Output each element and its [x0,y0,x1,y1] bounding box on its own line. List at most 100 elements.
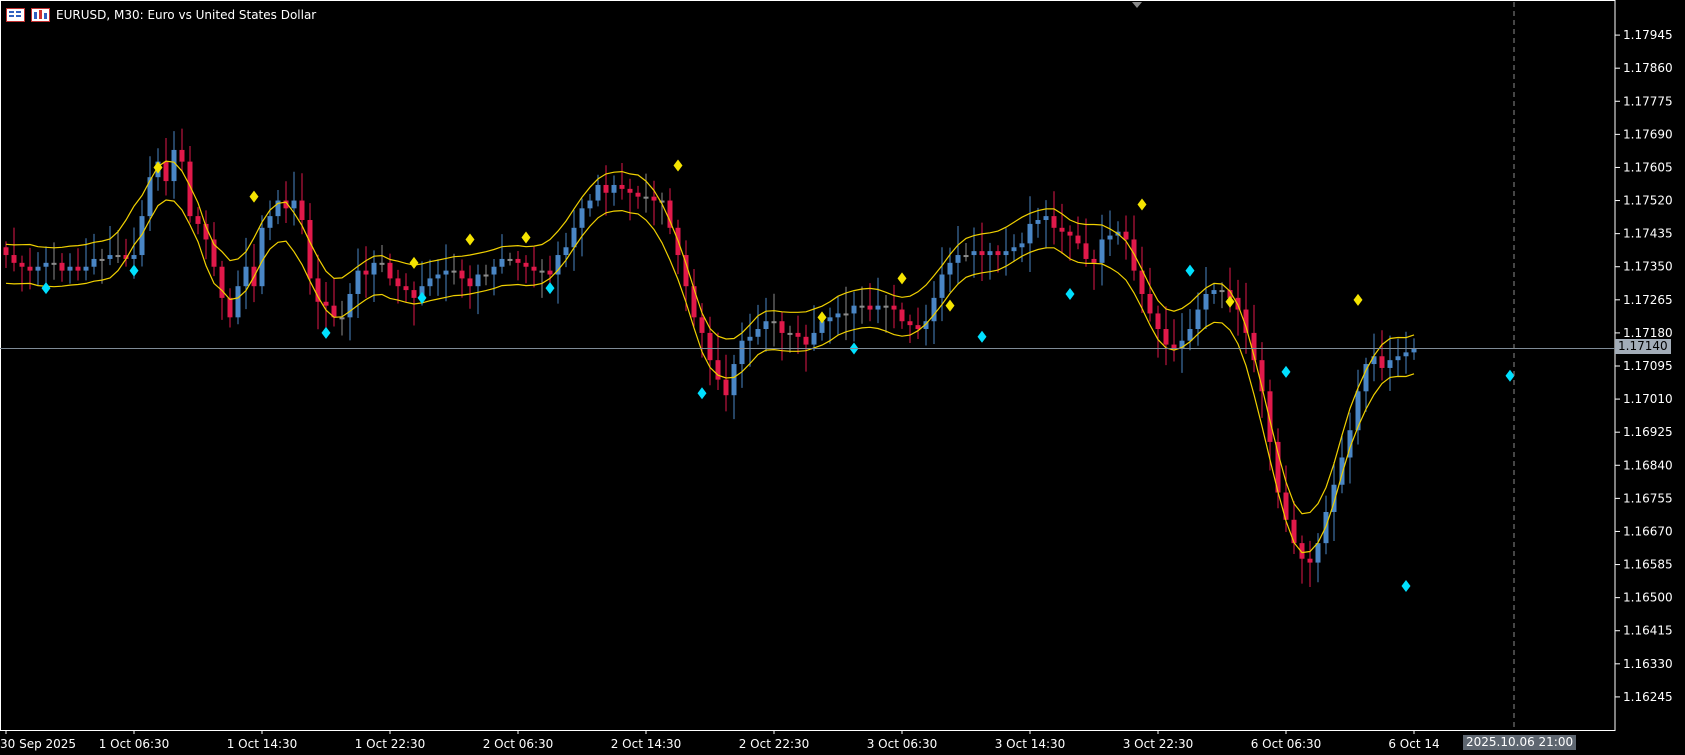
y-tick-label: 1.17520 [1623,194,1673,208]
candle-body [227,297,233,318]
candle-body [43,262,49,267]
candle-body [883,305,889,308]
buy-signal-marker [1281,365,1291,378]
candle-body [339,317,345,320]
candle-body [1371,356,1377,365]
candle-body [899,309,905,322]
candle-body [787,332,793,335]
x-tick-label: 2 Oct 06:30 [483,737,554,751]
y-tick-label: 1.16245 [1623,690,1673,704]
sell-signal-marker [521,231,531,244]
candle-body [435,274,441,279]
candle-body [531,266,537,271]
current-price-label: 1.17140 [1615,339,1671,354]
candle-body [387,262,393,279]
candle-body [907,321,913,326]
candle-body [507,258,513,261]
candle-body [667,200,673,228]
chart-window[interactable]: 1.17945 1.17860 1.17775 1.17690 1.17605 1.175… [0,0,1685,755]
candle-body [1075,235,1081,244]
candle-body [259,227,265,287]
candle-body [315,278,321,302]
candle-body [939,274,945,298]
candle-body [643,196,649,199]
candle-body [523,262,529,267]
trading-panel-icon[interactable] [31,8,50,22]
candle-body [1379,356,1385,368]
candle-body [1211,290,1217,294]
sell-signal-marker [249,190,259,203]
candle-body [835,313,841,318]
candle-body [107,255,113,259]
candle-body [1019,243,1025,248]
candle-body [547,270,553,275]
scroll-marker-icon[interactable] [1132,2,1142,8]
candle-body [723,379,729,396]
y-tick-label: 1.17010 [1623,392,1673,406]
candle-body [299,200,305,221]
candle-body [491,266,497,275]
y-tick-label: 1.16500 [1623,591,1673,605]
candle-body [19,262,25,267]
candle-body [1099,239,1105,263]
sell-signal-marker [897,272,907,285]
y-tick-label: 1.17860 [1623,61,1673,75]
candle-body [1027,223,1033,244]
price-chart[interactable]: 1.17945 1.17860 1.17775 1.17690 1.17605 1.175… [0,0,1685,755]
candle-body [779,321,785,333]
candle-body [475,274,481,287]
y-tick-label: 1.17350 [1623,260,1673,274]
candle-body [1051,216,1057,228]
candle-body [1011,247,1017,252]
x-tick-label: 2 Oct 22:30 [739,737,810,751]
candle-body [355,270,361,294]
candle-body [795,332,801,337]
candle-body [563,247,569,256]
x-tick-label: 1 Oct 14:30 [227,737,298,751]
candle-body [35,266,41,271]
candle-body [1219,290,1225,293]
candle-body [915,325,921,330]
candle-body [27,266,33,271]
sell-signal-marker [817,311,827,324]
candle-body [323,301,329,306]
candle-body [891,305,897,310]
candle-body [1267,391,1273,442]
buy-signal-marker [545,282,555,295]
sell-signal-marker [465,233,475,246]
candle-body [1387,360,1393,368]
candle-body [715,360,721,380]
candle-body [195,216,201,224]
candle-body [411,290,417,298]
candle-body [171,149,177,182]
x-tick-label: 1 Oct 06:30 [99,737,170,751]
candle-body [611,184,617,193]
candle-body [1203,293,1209,310]
buy-signal-marker [129,264,139,277]
chart-menu-icon[interactable] [6,8,25,22]
candle-body [427,278,433,287]
candle-body [1083,243,1089,259]
candle-body [3,247,9,256]
candle-body [1187,329,1193,341]
candle-body [1091,258,1097,263]
plot-frame [0,0,1616,731]
candle-body [363,270,369,275]
candle-body [347,293,353,318]
y-tick-label: 1.17775 [1623,94,1673,108]
candle-body [747,336,753,341]
candle-body [483,274,489,277]
candle-body [267,216,273,228]
candle-body [1067,231,1073,236]
buy-signal-marker [1401,579,1411,592]
candle-body [827,317,833,322]
candle-body [739,340,745,365]
buy-signal-marker [697,387,707,400]
candle-body [539,270,545,273]
candle-body [995,251,1001,256]
y-tick-label: 1.17435 [1623,227,1673,241]
candle-body [1003,251,1009,256]
candle-body [1107,235,1113,240]
candle-body [955,255,961,263]
candle-body [1147,293,1153,314]
